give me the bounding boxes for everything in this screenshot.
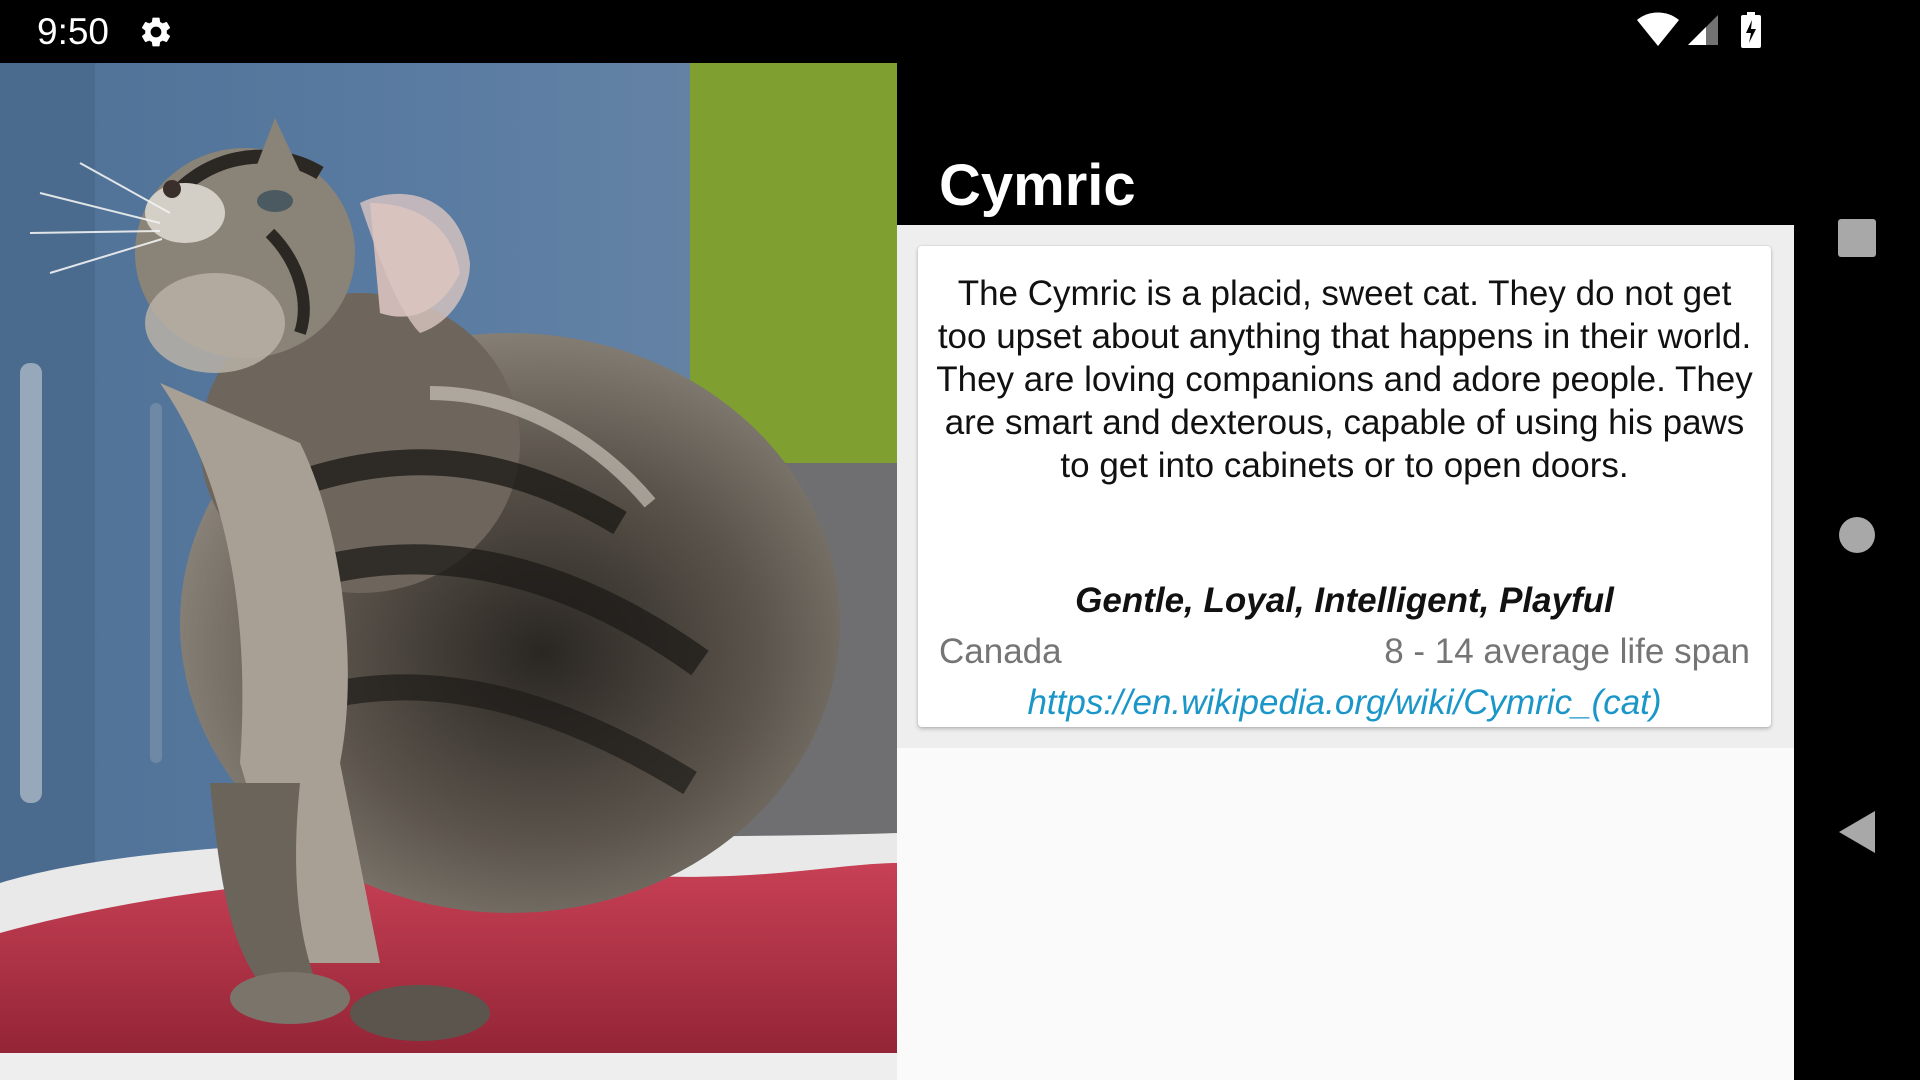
breed-photo xyxy=(0,63,897,1080)
wikipedia-link[interactable]: https://en.wikipedia.org/wiki/Cymric_(ca… xyxy=(918,681,1771,725)
cellular-signal-icon xyxy=(1686,13,1720,52)
card-list: The Cymric is a placid, sweet cat. They … xyxy=(897,225,1794,748)
settings-gear-icon xyxy=(138,14,174,50)
cat-photo-image xyxy=(0,63,897,1080)
breed-temperament: Gentle, Loyal, Intelligent, Playful xyxy=(1075,581,1614,620)
home-button[interactable] xyxy=(1830,510,1884,564)
status-time: 9:50 xyxy=(37,11,110,52)
breed-info-card: The Cymric is a placid, sweet cat. They … xyxy=(918,246,1771,727)
content-area: The Cymric is a placid, sweet cat. They … xyxy=(897,225,1794,1080)
app-bar: Cymric xyxy=(897,63,1794,225)
back-button[interactable] xyxy=(1830,807,1884,861)
status-bar: 9:50 xyxy=(0,0,1920,63)
recents-square-icon xyxy=(1837,218,1877,263)
battery-charging-icon xyxy=(1740,11,1762,53)
home-circle-icon xyxy=(1838,516,1876,559)
back-triangle-icon xyxy=(1837,810,1877,859)
page-title: Cymric xyxy=(939,152,1136,218)
breed-description: The Cymric is a placid, sweet cat. They … xyxy=(936,274,1753,485)
screen: 9:50 Cymric The Cymric is a placid, swee… xyxy=(0,0,1920,1080)
breed-origin: Canada xyxy=(939,632,1062,671)
recents-button[interactable] xyxy=(1830,213,1884,267)
navigation-bar xyxy=(1794,63,1920,1080)
breed-life-span: 8 - 14 average life span xyxy=(1384,632,1750,671)
status-icons xyxy=(1636,11,1762,53)
wifi-icon xyxy=(1636,12,1680,53)
